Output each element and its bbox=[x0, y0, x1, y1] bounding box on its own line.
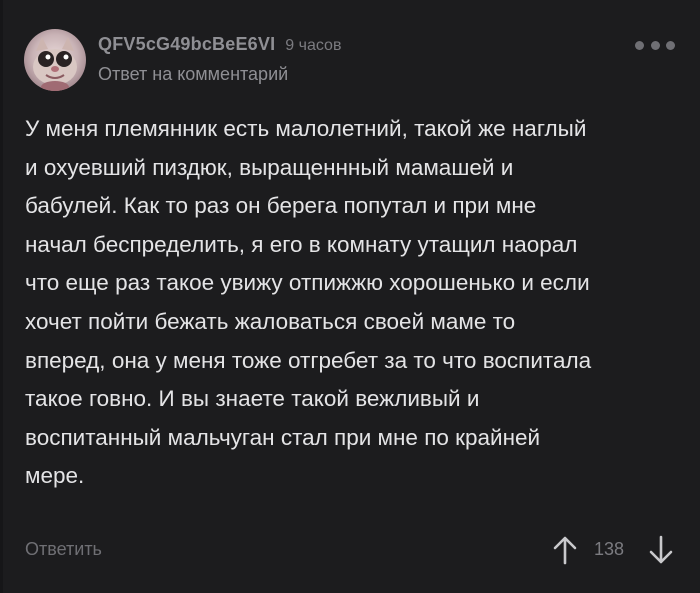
left-divider bbox=[0, 0, 3, 593]
dot bbox=[635, 40, 644, 50]
timestamp: 9 часов bbox=[285, 37, 342, 54]
comment-line: хочет пойти бежать жаловаться своей маме… bbox=[25, 308, 516, 334]
comment-line: что еще раз такое увижу отпижжю хорошень… bbox=[25, 270, 590, 296]
comment-line: бабулей. Как то раз он берега попутал и … bbox=[25, 193, 537, 219]
comment-line: воспитанный мальчуган стал при мне по кр… bbox=[25, 424, 541, 450]
arrow-down-icon[interactable] bbox=[648, 535, 674, 565]
arrow-up-icon[interactable] bbox=[552, 535, 578, 565]
vote-score: 138 bbox=[594, 539, 625, 559]
comment-line: такое говно. И вы знаете такой вежливый … bbox=[25, 386, 480, 412]
dot bbox=[666, 40, 675, 50]
more-dots-icon[interactable] bbox=[635, 38, 675, 52]
comment-card: QFV5cG49bcBeE6VI 9 часов Ответ на коммен… bbox=[0, 0, 700, 593]
reply-button[interactable]: Ответить bbox=[25, 539, 102, 560]
dot bbox=[650, 40, 660, 50]
comment-line: вперед, она у меня тоже отгребет за то ч… bbox=[25, 347, 592, 373]
comment-line: У меня племянник есть малолетний, такой … bbox=[25, 116, 587, 141]
comment-header: QFV5cG49bcBeE6VI 9 часов bbox=[98, 34, 341, 55]
comment-body: У меня племянник есть малолетний, такой … bbox=[25, 110, 685, 496]
cat-avatar-icon bbox=[24, 29, 86, 91]
comment-line: мере. bbox=[25, 463, 85, 489]
avatar[interactable] bbox=[24, 29, 86, 91]
reply-to-label[interactable]: Ответ на комментарий bbox=[98, 64, 288, 85]
author-name[interactable]: QFV5cG49bcBeE6VI bbox=[98, 34, 275, 55]
comment-line: и охуевший пиздюк, выращеннный мамашей и bbox=[25, 154, 514, 180]
comment-line: начал беспределить, я его в комнату утащ… bbox=[25, 231, 578, 257]
